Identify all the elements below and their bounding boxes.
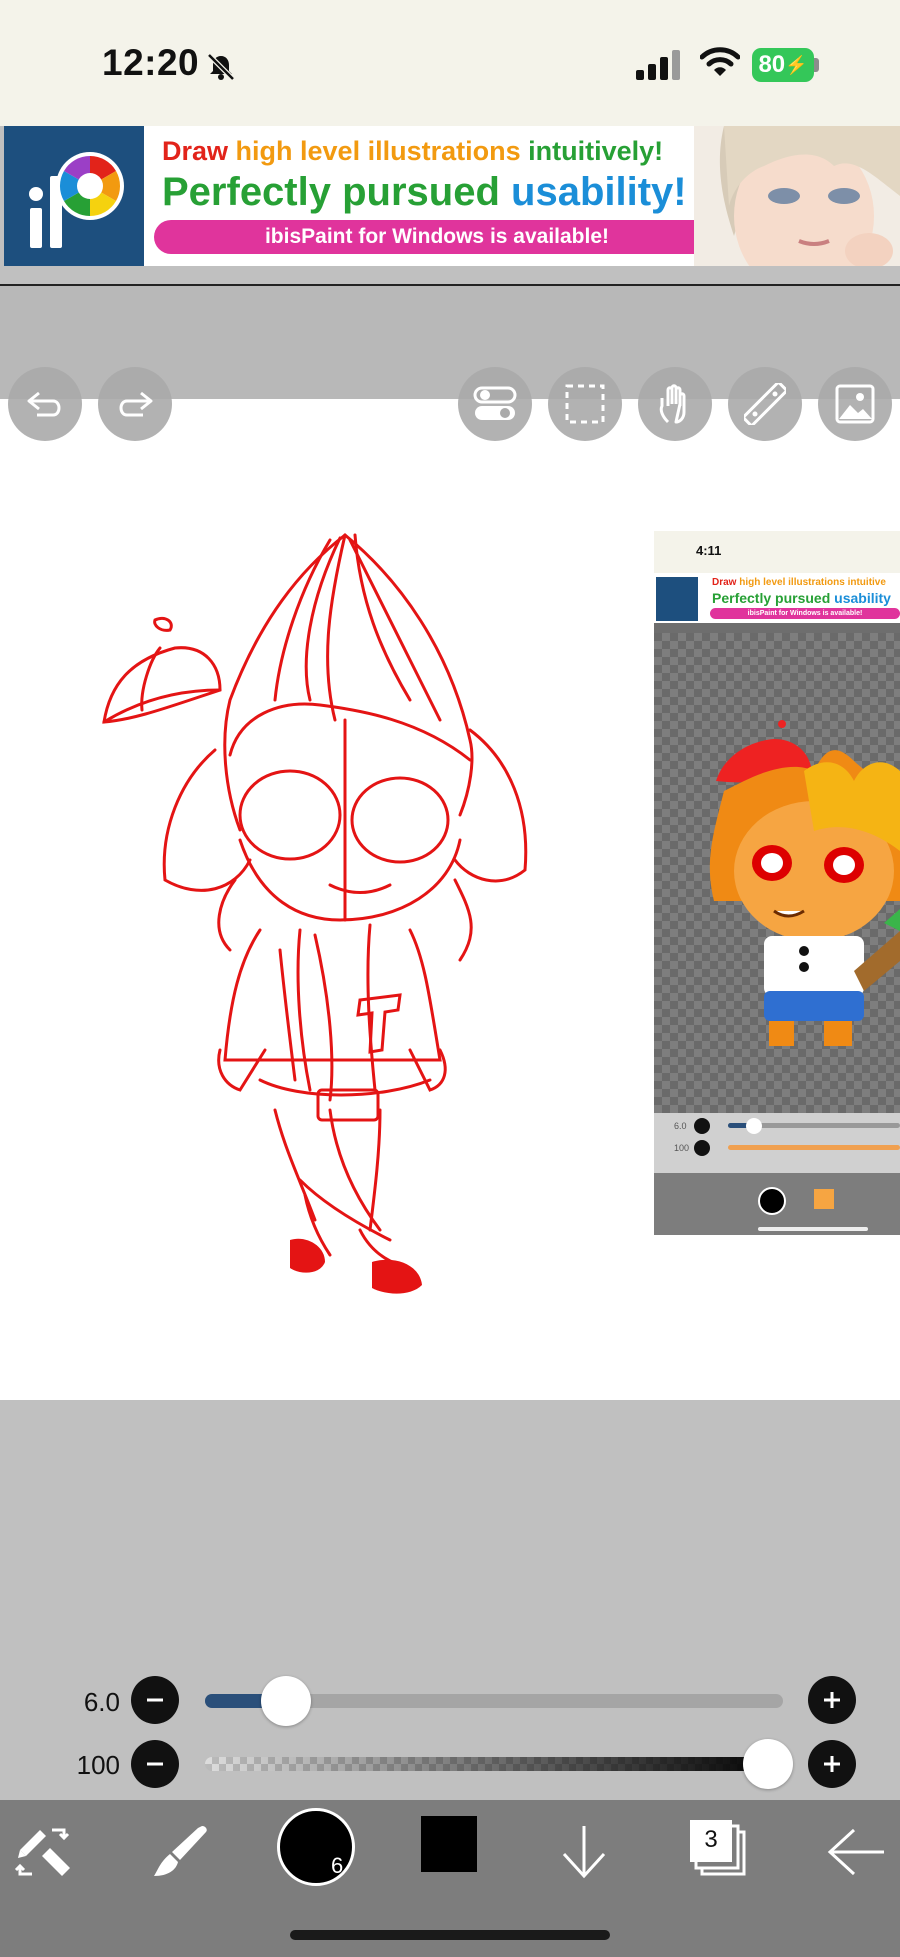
color-wheel-icon <box>29 152 124 248</box>
image-icon <box>835 384 875 424</box>
thumb-bottom-bar <box>654 1173 900 1235</box>
layers-button[interactable]: 3 <box>688 1818 752 1882</box>
toggle-button[interactable] <box>458 367 532 441</box>
ad-subheadline-part: Perfectly pursued <box>162 170 500 214</box>
thumb-minus-icon <box>694 1118 710 1134</box>
ad-headline-part: high level illustrations <box>235 136 521 166</box>
thumb-slider-area: 6.0 100 <box>654 1113 900 1173</box>
ad-cta-pill[interactable]: ibisPaint for Windows is available! <box>154 220 720 254</box>
wifi-icon <box>700 47 740 76</box>
thumb-minus-icon <box>694 1140 710 1156</box>
size-slider-track[interactable] <box>205 1676 783 1726</box>
ad-subheadline-part: usability! <box>511 170 687 214</box>
ibispaint-logo <box>4 126 144 266</box>
image-button[interactable] <box>818 367 892 441</box>
thumb-size-thumb <box>746 1118 762 1134</box>
ad-headline-part: Draw <box>162 136 229 166</box>
reference-image[interactable]: 4:11 Draw high level illustrations intui… <box>654 531 900 1235</box>
thumb-home-indicator <box>758 1227 868 1231</box>
back-button[interactable] <box>824 1822 888 1882</box>
minus-icon <box>147 1698 163 1702</box>
opacity-gradient <box>205 1757 783 1771</box>
battery-level: 80 <box>758 51 786 78</box>
thumb-opacity-track <box>728 1145 900 1150</box>
plus-icon <box>824 1756 840 1772</box>
thumb-brush-color <box>758 1187 786 1215</box>
layers-count: 3 <box>704 1826 718 1853</box>
opacity-slider-track[interactable] <box>205 1739 793 1789</box>
redo-icon <box>119 391 153 417</box>
opacity-plus-button[interactable] <box>808 1740 856 1788</box>
size-slider-thumb[interactable] <box>260 1676 311 1726</box>
status-bar: 12:20 80 ⚡ <box>0 0 900 126</box>
brush-size-button[interactable]: 6 <box>277 1808 355 1886</box>
plus-icon <box>824 1692 840 1708</box>
size-value: 6.0 <box>83 1687 120 1717</box>
hand-icon <box>659 384 686 424</box>
opacity-value: 100 <box>76 1750 120 1780</box>
ad-banner[interactable]: Draw high level illustrations intuitivel… <box>4 126 900 266</box>
brush-icon <box>154 1826 207 1876</box>
arrow-left-icon <box>827 1828 884 1876</box>
bell-muted-icon <box>207 53 235 81</box>
ad-headline: Draw high level illustrations intuitivel… <box>162 136 663 167</box>
thumb-size-label: 6.0 <box>674 1121 687 1131</box>
minus-icon <box>147 1762 163 1766</box>
selection-button[interactable] <box>548 367 622 441</box>
charging-bolt-icon: ⚡ <box>785 54 808 75</box>
ruler-icon <box>744 383 786 425</box>
arrow-down-icon <box>562 1826 606 1879</box>
color-swatch-button[interactable] <box>421 1816 477 1872</box>
undo-button[interactable] <box>8 367 82 441</box>
redo-button[interactable] <box>98 367 172 441</box>
thumb-opacity-label: 100 <box>674 1143 690 1153</box>
layer-down-button[interactable] <box>556 1822 612 1882</box>
hand-button[interactable] <box>638 367 712 441</box>
tool-switch-icon <box>14 1828 70 1876</box>
brush-size-badge: 6 <box>331 1853 344 1878</box>
home-indicator <box>290 1930 610 1940</box>
toggle-icon <box>473 386 517 420</box>
battery-indicator: 80 ⚡ <box>752 48 814 82</box>
anime-face-image <box>694 126 900 266</box>
ad-subheadline: Perfectly pursued usability! <box>162 170 687 215</box>
ad-headline-part: intuitively! <box>528 136 664 166</box>
cellular-signal-icon <box>636 50 680 80</box>
tool-switch-button[interactable] <box>12 1820 76 1884</box>
status-time: 12:20 <box>102 42 200 83</box>
opacity-slider-thumb[interactable] <box>743 1739 793 1789</box>
brush-button[interactable] <box>148 1820 212 1884</box>
ruler-button[interactable] <box>728 367 802 441</box>
size-minus-button[interactable] <box>131 1676 179 1724</box>
opacity-minus-button[interactable] <box>131 1740 179 1788</box>
undo-icon <box>27 391 61 417</box>
size-plus-button[interactable] <box>808 1676 856 1724</box>
battery-cap <box>814 58 819 72</box>
selection-icon <box>565 384 605 424</box>
thumb-secondary-color <box>814 1189 834 1209</box>
